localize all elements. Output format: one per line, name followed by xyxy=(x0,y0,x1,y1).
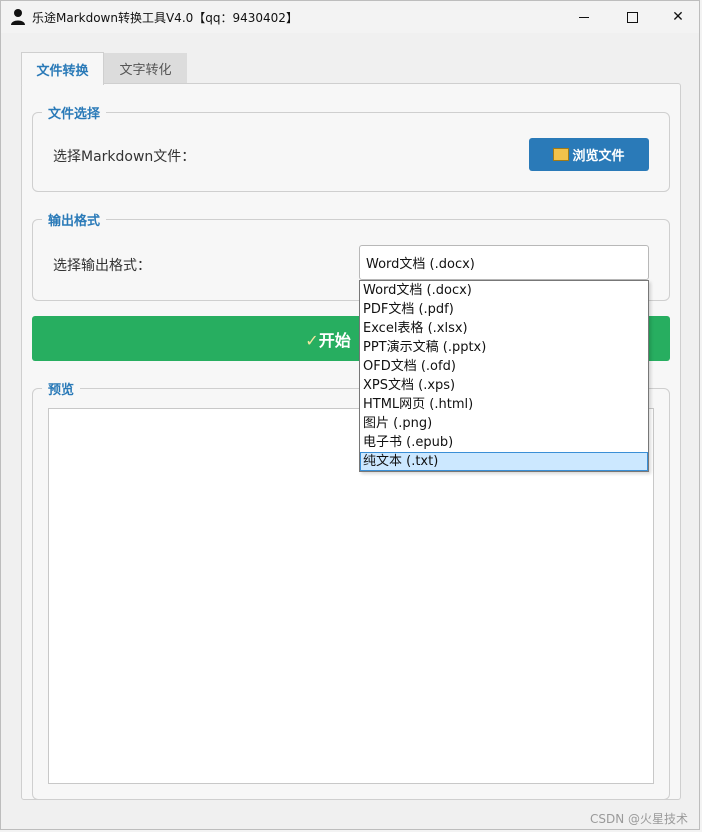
dropdown-option-highlighted[interactable]: 纯文本 (.txt) xyxy=(360,452,648,471)
browse-button-label: 浏览文件 xyxy=(572,149,625,164)
output-format-label: 选择输出格式： xyxy=(53,258,151,274)
dropdown-option[interactable]: Word文档 (.docx) xyxy=(360,281,648,300)
minimize-icon xyxy=(579,16,589,18)
watermark-text: CSDN @火星技术 xyxy=(590,812,689,826)
markdown-file-label: 选择Markdown文件： xyxy=(53,149,196,165)
start-button-label: 开始 xyxy=(318,330,351,350)
select-value: Word文档 (.docx) xyxy=(366,257,475,272)
format-dropdown-list[interactable]: Word文档 (.docx) PDF文档 (.pdf) Excel表格 (.xl… xyxy=(359,280,649,472)
tab-text-convert[interactable]: 文字转化 xyxy=(104,53,187,84)
output-group-title: 输出格式 xyxy=(42,210,107,229)
user-icon xyxy=(11,9,25,25)
minimize-button[interactable] xyxy=(561,1,607,33)
title-bar: 乐途Markdown转换工具V4.0【qq：9430402】 ✕ xyxy=(1,1,699,33)
dropdown-option[interactable]: HTML网页 (.html) xyxy=(360,395,648,414)
tab-file-convert[interactable]: 文件转换 xyxy=(21,52,104,85)
close-button[interactable]: ✕ xyxy=(655,1,701,33)
check-icon: ✓ xyxy=(305,330,319,350)
dropdown-option[interactable]: Excel表格 (.xlsx) xyxy=(360,319,648,338)
file-group-title: 文件选择 xyxy=(42,103,107,122)
folder-icon xyxy=(553,148,570,161)
dropdown-option[interactable]: PDF文档 (.pdf) xyxy=(360,300,648,319)
dropdown-option[interactable]: PPT演示文稿 (.pptx) xyxy=(360,338,648,357)
browse-file-button[interactable]: 浏览文件 xyxy=(529,138,649,171)
output-format-select[interactable]: Word文档 (.docx) xyxy=(359,245,649,280)
dropdown-option[interactable]: 电子书 (.epub) xyxy=(360,433,648,452)
dropdown-option[interactable]: XPS文档 (.xps) xyxy=(360,376,648,395)
close-icon: ✕ xyxy=(672,9,684,25)
window-title: 乐途Markdown转换工具V4.0【qq：9430402】 xyxy=(32,11,298,25)
preview-group-title: 预览 xyxy=(42,379,81,398)
dropdown-option[interactable]: 图片 (.png) xyxy=(360,414,648,433)
maximize-icon xyxy=(626,11,638,23)
maximize-button[interactable] xyxy=(609,1,655,33)
dropdown-option[interactable]: OFD文档 (.ofd) xyxy=(360,357,648,376)
